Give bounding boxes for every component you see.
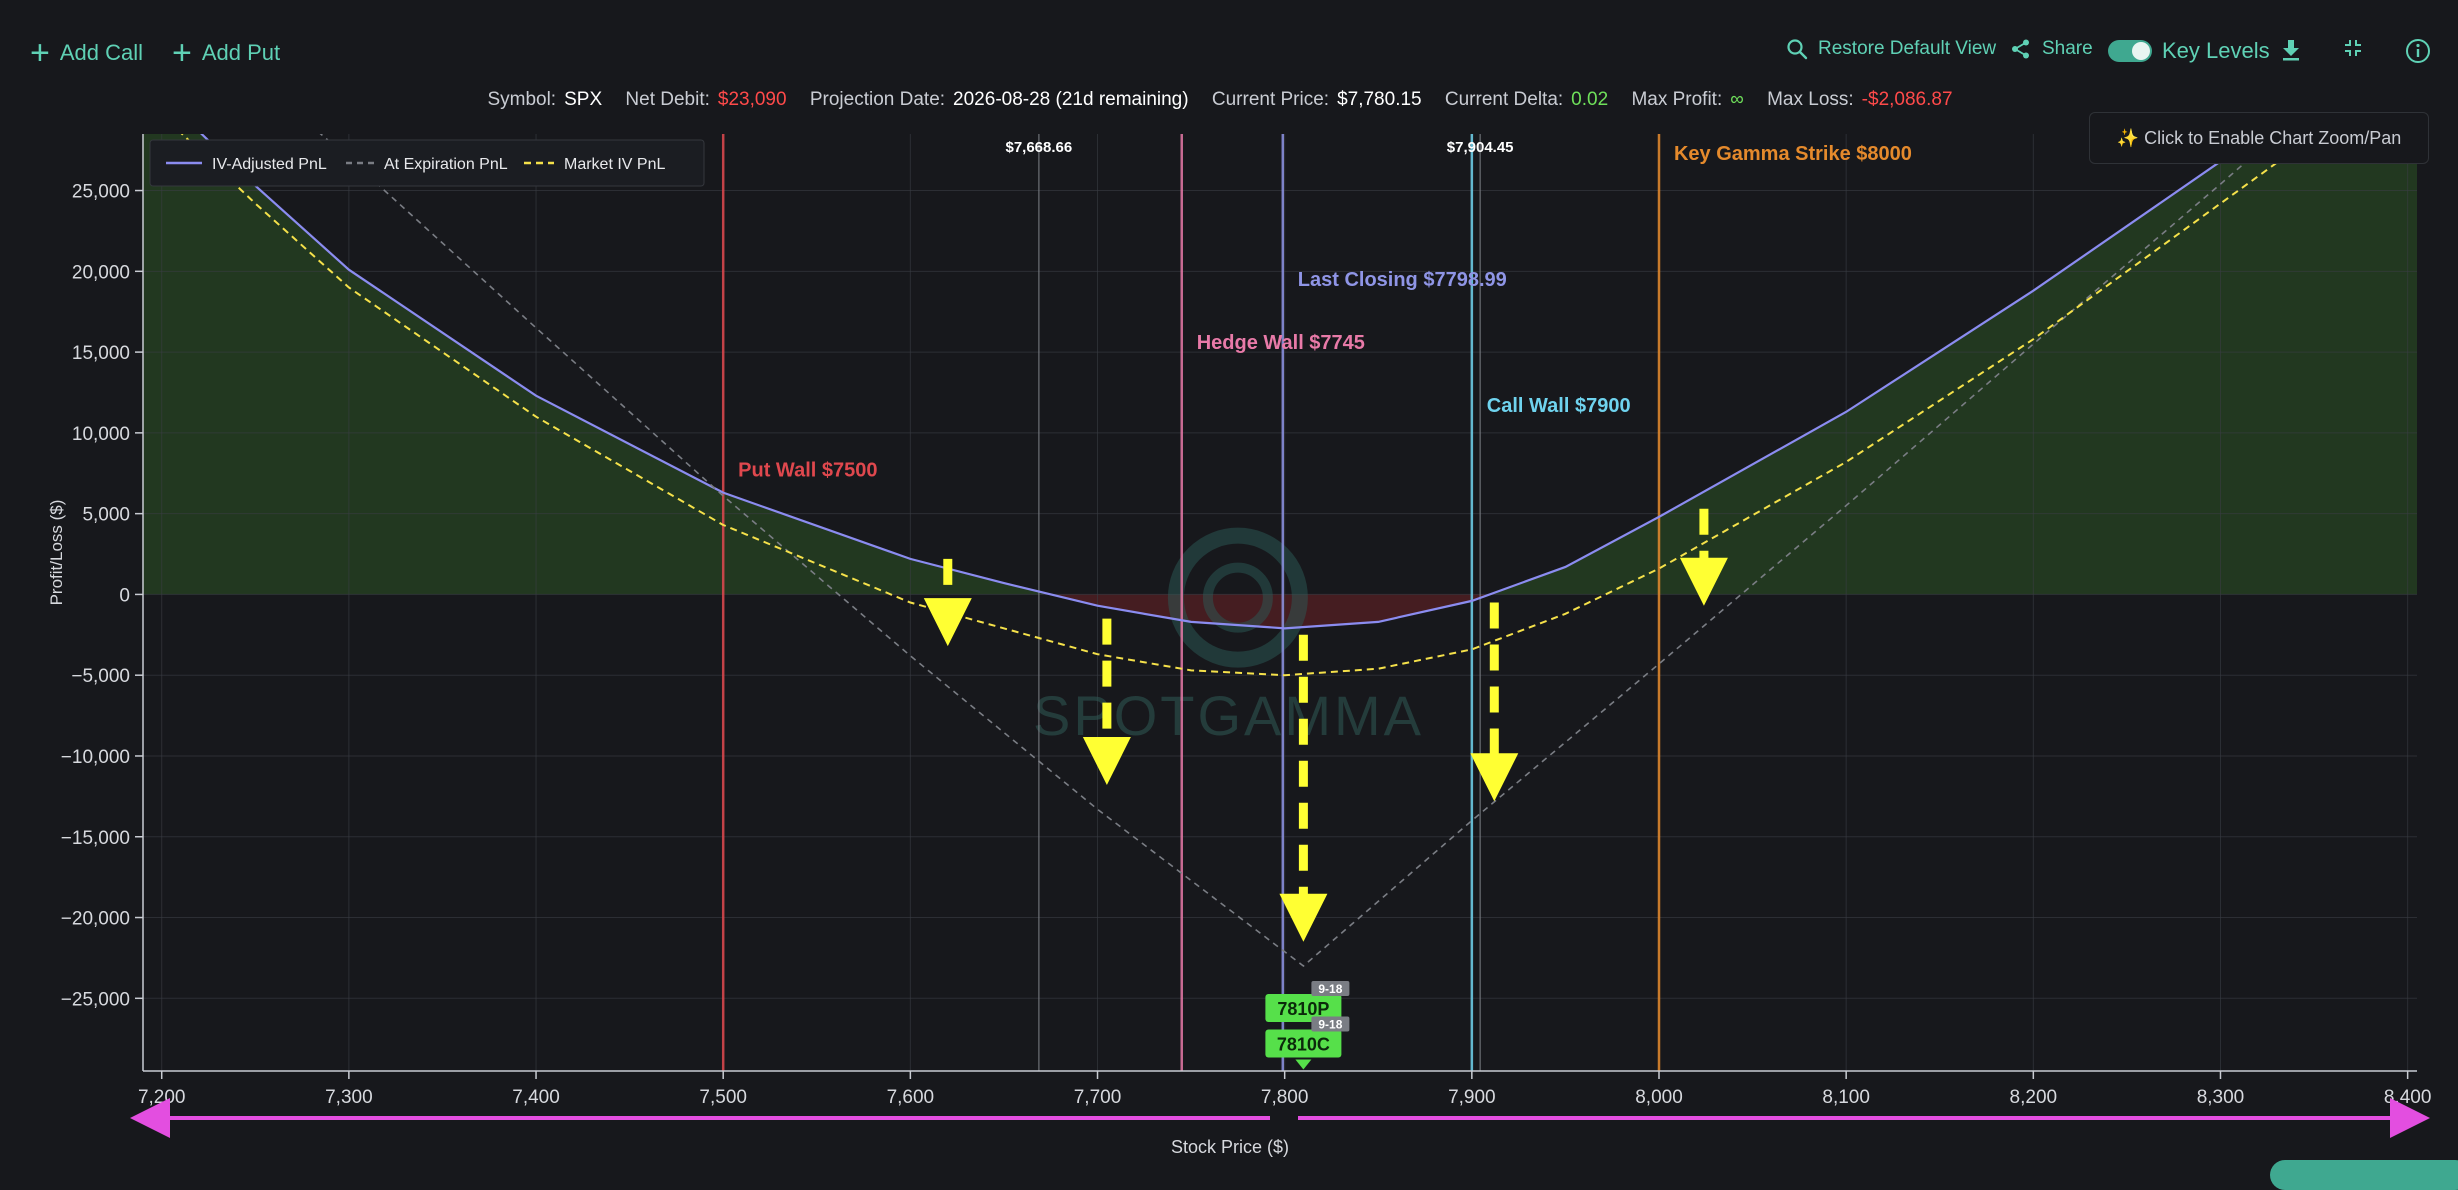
x-tick-label: 8,000: [1635, 1087, 1683, 1108]
y-tick-label: 0: [119, 585, 130, 606]
x-tick-label: 8,400: [2384, 1087, 2432, 1108]
annotation-arrow-head: [1082, 737, 1131, 786]
y-tick-label: 5,000: [82, 505, 130, 526]
floating-action-button[interactable]: [2270, 1160, 2458, 1190]
legend-label: Market IV PnL: [564, 156, 665, 173]
y-tick-label: −15,000: [61, 828, 130, 849]
y-tick-label: −5,000: [71, 666, 130, 687]
x-tick-label: 7,900: [1448, 1087, 1496, 1108]
annotation-arrow-head: [923, 598, 972, 647]
x-tick-label: 7,600: [887, 1087, 935, 1108]
x-tick-label: 7,500: [699, 1087, 747, 1108]
y-tick-label: 20,000: [72, 262, 130, 283]
x-tick-label: 7,800: [1261, 1087, 1309, 1108]
x-axis-title: Stock Price ($): [1171, 1137, 1289, 1157]
x-tick-label: 8,300: [2197, 1087, 2245, 1108]
option-leg-pointer: [1295, 1059, 1312, 1070]
key-level-label: Hedge Wall $7745: [1197, 332, 1365, 354]
key-level-label: Key Gamma Strike $8000: [1674, 143, 1912, 165]
expiry-badge-label: 9-18: [1318, 1018, 1342, 1032]
option-leg-label: 7810P: [1277, 999, 1329, 1019]
loss-area: [143, 594, 2417, 629]
pnl-chart[interactable]: SPOTGAMMAPut Wall $7500$7,668.66Hedge Wa…: [0, 0, 2458, 1168]
key-level-label: $7,668.66: [1005, 139, 1072, 156]
y-tick-label: −25,000: [61, 989, 130, 1010]
x-tick-label: 8,100: [1822, 1087, 1870, 1108]
key-level-label: $7,904.45: [1447, 139, 1514, 156]
legend: IV-Adjusted PnL At Expiration PnL Market I…: [149, 139, 705, 187]
enable-zoom-pan-button[interactable]: ✨ Click to Enable Chart Zoom/Pan: [2089, 112, 2429, 164]
y-tick-label: 10,000: [72, 424, 130, 445]
key-level-label: Call Wall $7900: [1487, 395, 1631, 417]
y-axis-title: Profit/Loss ($): [47, 500, 66, 606]
x-tick-label: 7,200: [138, 1087, 186, 1108]
legend-label: At Expiration PnL: [384, 156, 508, 173]
x-tick-label: 8,200: [2010, 1087, 2058, 1108]
x-tick-label: 7,400: [512, 1087, 560, 1108]
y-tick-label: 25,000: [72, 182, 130, 203]
key-level-label: Put Wall $7500: [738, 459, 877, 481]
x-tick-label: 7,300: [325, 1087, 373, 1108]
expiry-badge-label: 9-18: [1318, 982, 1342, 996]
key-level-label: Last Closing $7798.99: [1298, 269, 1507, 291]
y-tick-label: −20,000: [61, 909, 130, 930]
x-tick-label: 7,700: [1074, 1087, 1122, 1108]
profit-area: [143, 134, 2417, 595]
annotation-arrow-head: [1470, 753, 1519, 802]
y-tick-label: −10,000: [61, 747, 130, 768]
y-tick-label: 15,000: [72, 343, 130, 364]
option-leg-label: 7810C: [1277, 1035, 1330, 1055]
legend-label: IV-Adjusted PnL: [212, 156, 327, 173]
